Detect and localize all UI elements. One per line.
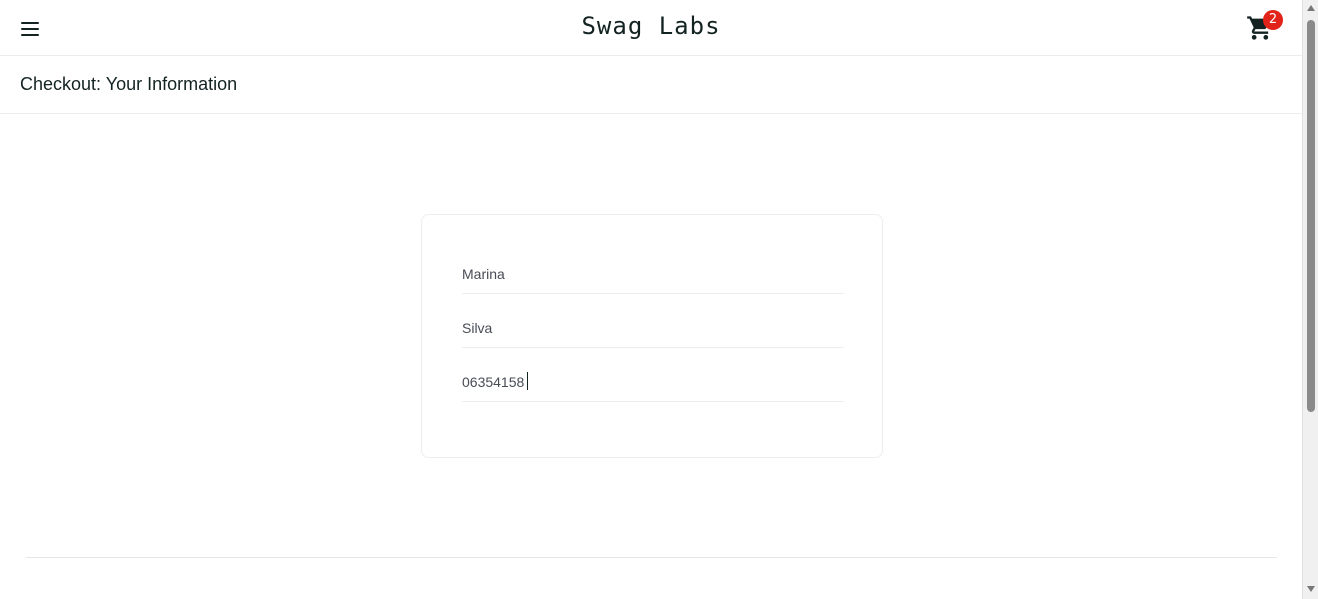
menu-bar-bottom <box>21 34 39 36</box>
scroll-up-arrow-icon[interactable] <box>1307 5 1315 11</box>
scroll-down-arrow-icon[interactable] <box>1307 586 1315 592</box>
checkout-info-form <box>421 214 883 458</box>
app-logo: Swag Labs <box>581 12 721 40</box>
postal-code-field[interactable] <box>462 362 844 402</box>
secondary-header: Checkout: Your Information <box>0 57 1302 114</box>
menu-bar-top <box>21 22 39 24</box>
last-name-field[interactable] <box>462 308 844 348</box>
page-viewport: Swag Labs 2 Checkout: Your Information <box>0 0 1302 599</box>
first-name-field[interactable] <box>462 254 844 294</box>
menu-bar-middle <box>21 28 39 30</box>
text-caret <box>527 372 528 390</box>
hamburger-menu-icon[interactable] <box>20 20 40 38</box>
footer-divider <box>26 557 1277 558</box>
cart-badge: 2 <box>1263 10 1283 30</box>
page-title: Checkout: Your Information <box>20 74 238 94</box>
scroll-thumb[interactable] <box>1307 20 1315 412</box>
vertical-scrollbar[interactable] <box>1302 0 1318 599</box>
primary-header: Swag Labs 2 <box>0 0 1302 56</box>
